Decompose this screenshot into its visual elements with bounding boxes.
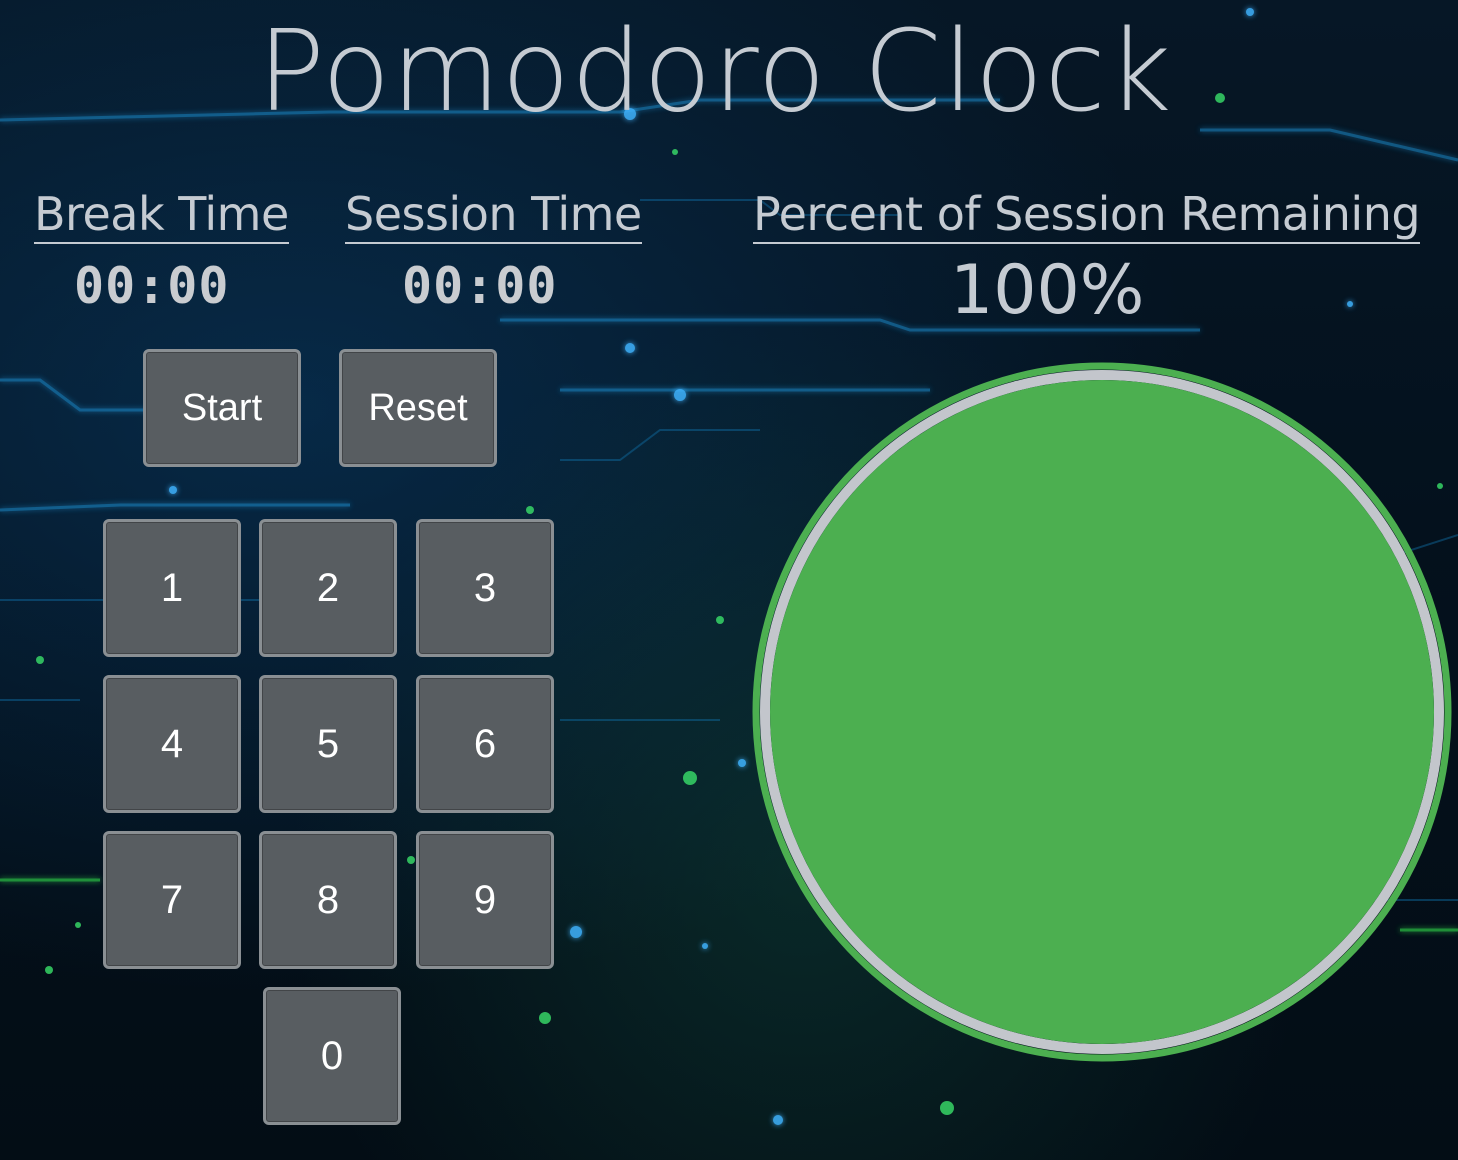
- percent-remaining-value: 100%: [950, 251, 1145, 330]
- session-progress-circle: [752, 362, 1452, 1062]
- keypad-key-5[interactable]: 5: [259, 675, 397, 813]
- keypad-key-3[interactable]: 3: [416, 519, 554, 657]
- keypad-key-8[interactable]: 8: [259, 831, 397, 969]
- keypad-key-4[interactable]: 4: [103, 675, 241, 813]
- percent-remaining-label: Percent of Session Remaining: [753, 186, 1421, 244]
- break-time-display: 00:00: [74, 257, 230, 315]
- keypad-key-9[interactable]: 9: [416, 831, 554, 969]
- keypad-key-7[interactable]: 7: [103, 831, 241, 969]
- session-time-label: Session Time: [345, 186, 642, 244]
- keypad-key-0[interactable]: 0: [263, 987, 401, 1125]
- keypad-key-6[interactable]: 6: [416, 675, 554, 813]
- session-time-display: 00:00: [402, 257, 558, 315]
- app-title: Pomodoro Clock: [257, 7, 1173, 137]
- start-button[interactable]: Start: [143, 349, 301, 467]
- reset-button[interactable]: Reset: [339, 349, 497, 467]
- progress-fill: [770, 380, 1434, 1044]
- keypad-key-2[interactable]: 2: [259, 519, 397, 657]
- break-time-label: Break Time: [34, 186, 289, 244]
- keypad-key-1[interactable]: 1: [103, 519, 241, 657]
